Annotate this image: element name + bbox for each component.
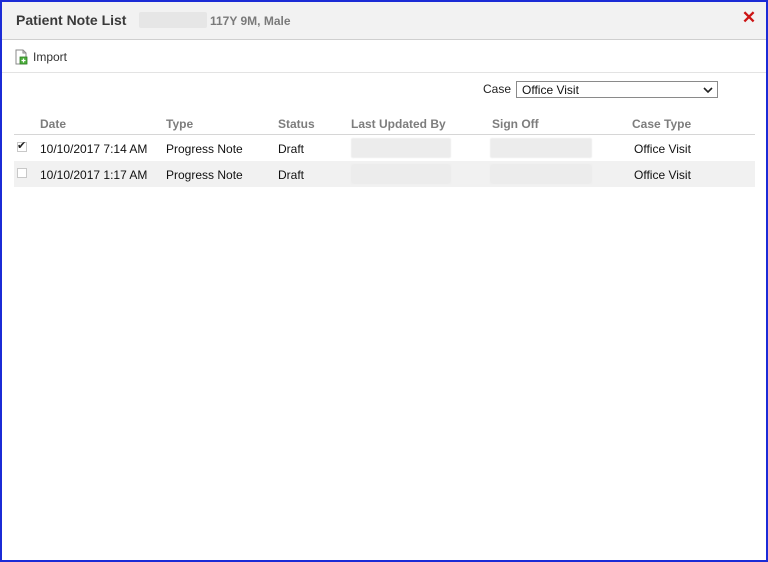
case-select-value: Office Visit bbox=[522, 83, 579, 97]
cell-type: Progress Note bbox=[166, 168, 243, 182]
patient-note-list-dialog: Patient Note List 117Y 9M, Male ✕ Import… bbox=[0, 0, 768, 562]
case-select[interactable]: Office Visit bbox=[516, 81, 718, 98]
patient-age-sex: 117Y 9M, Male bbox=[210, 14, 291, 28]
row-checkbox[interactable] bbox=[17, 168, 27, 178]
column-header-case-type[interactable]: Case Type bbox=[632, 117, 691, 131]
checkmark-icon: ✔ bbox=[17, 140, 27, 152]
case-label: Case bbox=[483, 82, 512, 96]
cell-date: 10/10/2017 1:17 AM bbox=[40, 168, 148, 182]
cell-sign-off-redacted bbox=[490, 164, 592, 184]
close-icon[interactable]: ✕ bbox=[740, 9, 758, 27]
cell-status: Draft bbox=[278, 142, 305, 156]
cell-type: Progress Note bbox=[166, 142, 243, 156]
table-header: Date Type Status Last Updated By Sign Of… bbox=[14, 114, 755, 135]
cell-status: Draft bbox=[278, 168, 305, 182]
import-button[interactable]: Import bbox=[14, 48, 67, 66]
dialog-titlebar: Patient Note List 117Y 9M, Male ✕ bbox=[2, 2, 766, 40]
import-document-icon bbox=[15, 49, 28, 65]
row-checkbox[interactable]: ✔ bbox=[17, 140, 27, 152]
cell-date: 10/10/2017 7:14 AM bbox=[40, 142, 148, 156]
table-row[interactable]: 10/10/2017 1:17 AM Progress Note Draft O… bbox=[14, 161, 755, 187]
column-header-last-updated-by[interactable]: Last Updated By bbox=[351, 117, 446, 131]
toolbar: Import bbox=[2, 40, 766, 73]
chevron-down-icon bbox=[703, 87, 713, 94]
dialog-title: Patient Note List bbox=[16, 12, 127, 28]
import-label: Import bbox=[33, 50, 68, 64]
cell-sign-off-redacted bbox=[490, 138, 592, 158]
column-header-type[interactable]: Type bbox=[166, 117, 193, 131]
cell-case-type: Office Visit bbox=[634, 142, 691, 156]
cell-last-updated-by-redacted bbox=[351, 164, 451, 184]
cell-last-updated-by-redacted bbox=[351, 138, 451, 158]
column-header-sign-off[interactable]: Sign Off bbox=[492, 117, 539, 131]
cell-case-type: Office Visit bbox=[634, 168, 691, 182]
column-header-status[interactable]: Status bbox=[278, 117, 315, 131]
patient-name-redacted bbox=[139, 12, 207, 28]
table-row[interactable]: ✔ 10/10/2017 7:14 AM Progress Note Draft… bbox=[14, 135, 755, 161]
column-header-date[interactable]: Date bbox=[40, 117, 66, 131]
